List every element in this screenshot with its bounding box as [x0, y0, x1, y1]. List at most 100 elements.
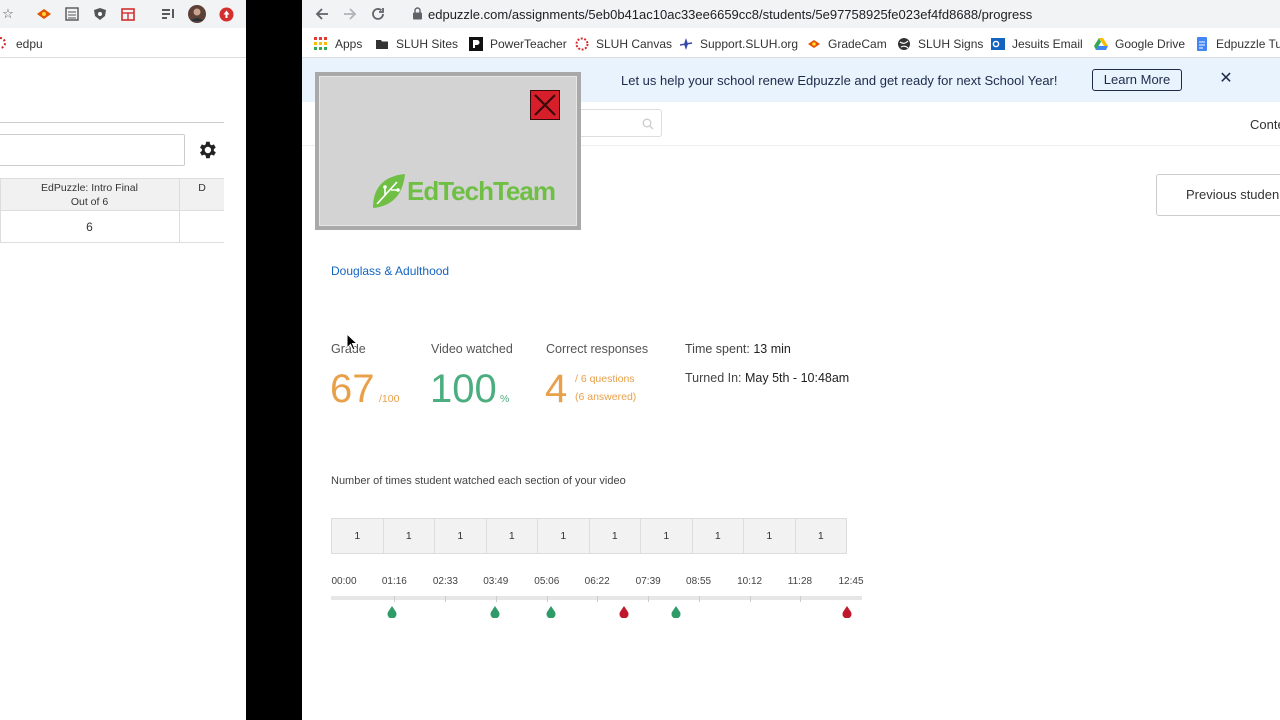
- bookmark-label: PowerTeacher: [490, 37, 567, 51]
- bookmark-jesuits-email[interactable]: Jesuits Email: [991, 36, 1083, 52]
- column-title: EdPuzzle: Intro Final: [41, 182, 138, 194]
- drive-icon: [1094, 38, 1108, 50]
- reload-button[interactable]: [368, 4, 388, 24]
- watch-count-cell: 1: [487, 519, 538, 553]
- question-marker-wrong[interactable]: [619, 606, 629, 618]
- support-icon: [679, 38, 693, 50]
- bookmark-gradecam[interactable]: GradeCam: [807, 36, 887, 52]
- bookmark-edpuzzle-tut[interactable]: Edpuzzle Tut: [1195, 36, 1280, 52]
- turned-in-value: May 5th - 10:48am: [745, 371, 850, 385]
- question-marker-correct[interactable]: [387, 606, 397, 618]
- calendar-extension-icon[interactable]: [120, 6, 136, 22]
- nav-content-link[interactable]: Conte: [1250, 117, 1280, 132]
- watch-count-cell: 1: [538, 519, 590, 553]
- question-marker-correct[interactable]: [671, 606, 681, 618]
- timeline-time-label: 11:28: [787, 576, 813, 587]
- timeline-time-label: 01:16: [381, 576, 407, 587]
- bookmark-label: Google Drive: [1115, 37, 1186, 51]
- timeline-time-label: 10:12: [737, 576, 763, 587]
- timeline-time-label: 08:55: [686, 576, 712, 587]
- gradecam-extension-icon[interactable]: [36, 6, 52, 22]
- timeline-time-label: 02:33: [432, 576, 458, 587]
- bookmark-sluh-canvas[interactable]: SLUH Canvas: [575, 36, 672, 52]
- previous-student-button[interactable]: Previous studen: [1156, 174, 1280, 216]
- bookmark-label: SLUH Canvas: [596, 37, 673, 51]
- left-extensions-toolbar: ☆: [0, 0, 246, 28]
- timeline-tick: [445, 596, 447, 602]
- grade-suffix: /100: [379, 393, 400, 405]
- time-spent-value: 13 min: [753, 342, 791, 356]
- bookmark-label: SLUH Signs: [918, 37, 984, 51]
- globe-icon: [898, 38, 910, 50]
- bookmark-powerteacher[interactable]: PowerTeacher: [469, 36, 567, 52]
- outlook-icon: [991, 38, 1005, 50]
- canvas-icon: [575, 37, 589, 51]
- edtechteam-overlay[interactable]: EdTechTeam: [315, 72, 581, 230]
- forward-button[interactable]: [340, 4, 360, 24]
- close-button[interactable]: [530, 90, 560, 120]
- timeline-tick: [749, 596, 751, 602]
- bookmarks-bar: Apps SLUH Sites PowerTeacher SLUH Canvas…: [302, 28, 1280, 58]
- address-field[interactable]: edpuzzle.com/assignments/5eb0b41ac10ac33…: [398, 2, 1280, 26]
- logo-text: EdTechTeam: [407, 176, 556, 206]
- bookmark-sluh-sites[interactable]: SLUH Sites: [375, 36, 458, 52]
- mouse-cursor-icon: [346, 333, 358, 351]
- video-watched-value: 100: [430, 367, 497, 411]
- grade-cell[interactable]: 6: [0, 212, 179, 243]
- question-marker-correct[interactable]: [546, 606, 556, 618]
- turned-in: Turned In: May 5th - 10:48am: [685, 371, 849, 385]
- learn-more-button[interactable]: Learn More: [1092, 69, 1182, 91]
- browser-toolbar: edpuzzle.com/assignments/5eb0b41ac10ac33…: [302, 0, 1280, 28]
- window-gap: [246, 0, 302, 720]
- bookmark-sluh-signs[interactable]: SLUH Signs: [897, 36, 983, 52]
- lock-icon: [412, 7, 424, 21]
- gear-icon[interactable]: [196, 139, 218, 161]
- gradecam-icon: [808, 40, 820, 48]
- shield-extension-icon[interactable]: [92, 6, 108, 22]
- update-icon[interactable]: [218, 6, 234, 22]
- bookmark-edpu[interactable]: edpu: [16, 37, 43, 51]
- timeline-time-label: 00:00: [331, 576, 357, 587]
- reader-extension-icon[interactable]: [64, 6, 80, 22]
- gradebook-search-input[interactable]: [0, 134, 185, 166]
- timeline-tick: [394, 596, 396, 602]
- watch-count-cell: 1: [744, 519, 796, 553]
- watch-count-cell: 1: [590, 519, 641, 553]
- gradebook-table: EdPuzzle: Intro Final Out of 6 D 6: [0, 178, 224, 243]
- star-icon[interactable]: ☆: [0, 6, 16, 22]
- timeline-time-label: 03:49: [483, 576, 509, 587]
- time-spent-label: Time spent:: [685, 342, 750, 356]
- gradebook-column-header-next[interactable]: D: [180, 179, 224, 211]
- timeline-tick: [546, 596, 548, 602]
- bookmark-label: SLUH Sites: [396, 37, 459, 51]
- grade-value: 67: [330, 367, 375, 411]
- question-marker-correct[interactable]: [490, 606, 500, 618]
- close-icon[interactable]: ✕: [1218, 71, 1234, 87]
- timeline-time-label: 12:45: [838, 576, 864, 587]
- video-title-link[interactable]: Douglass & Adulthood: [331, 264, 449, 278]
- playlist-icon[interactable]: [160, 6, 176, 22]
- questions-count: / 6 questions: [575, 373, 635, 385]
- question-marker-wrong[interactable]: [842, 606, 852, 618]
- back-button[interactable]: [312, 4, 332, 24]
- watch-count-cell: 1: [817, 530, 824, 542]
- timeline-time-label: 07:39: [635, 576, 661, 587]
- bookmark-label: Jesuits Email: [1012, 37, 1083, 51]
- search-icon[interactable]: [642, 117, 654, 130]
- watch-count-cell: 1: [693, 519, 744, 553]
- video-watched-label: Video watched: [431, 342, 513, 356]
- profile-avatar[interactable]: [188, 5, 206, 23]
- url-text: edpuzzle.com/assignments/5eb0b41ac10ac33…: [428, 7, 1033, 22]
- gradebook-column-header[interactable]: EdPuzzle: Intro Final Out of 6: [0, 179, 179, 211]
- bookmark-support-sluh[interactable]: Support.SLUH.org: [679, 36, 798, 52]
- bookmark-google-drive[interactable]: Google Drive: [1094, 36, 1185, 52]
- left-browser-window: ☆ edpu EdPuzzle: Intro Final Out of 6 D …: [0, 0, 246, 720]
- bookmark-apps[interactable]: Apps: [314, 36, 362, 52]
- timeline-tick: [495, 596, 497, 602]
- timeline-time-label: 05:06: [534, 576, 560, 587]
- folder-icon: [376, 40, 388, 49]
- timeline-tick: [698, 596, 700, 602]
- leaf-icon: [373, 174, 405, 208]
- left-bookmarks-bar: edpu: [0, 28, 246, 58]
- banner-text: Let us help your school renew Edpuzzle a…: [621, 73, 1058, 88]
